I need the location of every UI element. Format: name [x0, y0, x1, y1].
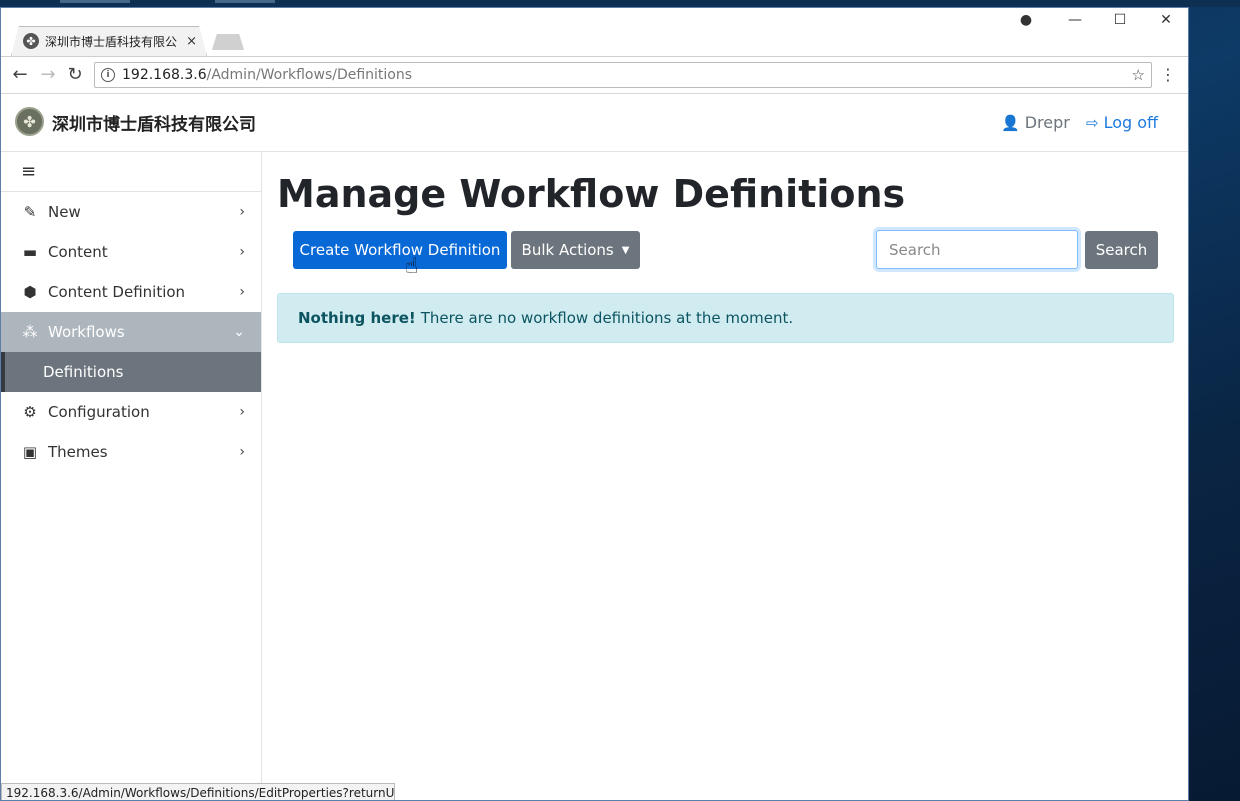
site-info-icon[interactable]: i	[101, 68, 115, 82]
bookmark-star-icon[interactable]: ☆	[1132, 66, 1145, 84]
back-button[interactable]: ←	[9, 64, 31, 85]
bulk-actions-label: Bulk Actions	[521, 241, 614, 259]
empty-state-alert: Nothing here! There are no workflow defi…	[277, 293, 1174, 343]
create-workflow-definition-button[interactable]: Create Workflow Definition	[293, 231, 507, 269]
sidebar-item-configuration[interactable]: ⚙ Configuration ›	[1, 392, 261, 432]
hamburger-icon: ≡	[21, 161, 37, 182]
page-title: Manage Workflow Definitions	[277, 172, 906, 216]
alert-message: There are no workflow definitions at the…	[420, 309, 794, 327]
archive-icon: ▬	[22, 243, 38, 261]
admin-sidebar: ≡ ✎ New › ▬ Content › ⬢ Content Definiti…	[1, 152, 262, 800]
cube-icon: ⬢	[23, 283, 37, 301]
chevron-down-icon: ⌄	[233, 324, 245, 340]
chevron-right-icon: ›	[239, 444, 245, 460]
tab-strip: ✤ 深圳市博士盾科技有限公 × ● — ☐ ✕	[1, 8, 1188, 56]
search-input[interactable]	[876, 230, 1078, 269]
sidebar-item-content[interactable]: ▬ Content ›	[1, 232, 261, 272]
user-name: Drepr	[1024, 113, 1070, 132]
link-status-bar: 192.168.3.6/Admin/Workflows/Definitions/…	[1, 783, 395, 800]
sidebar-item-content-definition[interactable]: ⬢ Content Definition ›	[1, 272, 261, 312]
sidebar-subitem-definitions[interactable]: Definitions	[1, 352, 261, 392]
chevron-right-icon: ›	[239, 244, 245, 260]
sidebar-item-label: Definitions	[43, 363, 124, 381]
chevron-right-icon: ›	[239, 204, 245, 220]
browser-toolbar: ← → ↻ i 192.168.3.6 /Admin/Workflows/Def…	[1, 56, 1188, 94]
sidebar-item-themes[interactable]: ▣ Themes ›	[1, 432, 261, 472]
new-tab-button[interactable]	[212, 34, 244, 50]
desktop-background	[0, 0, 1240, 7]
sign-out-icon: ⇨	[1086, 113, 1099, 132]
bulk-actions-button[interactable]: Bulk Actions ▼	[511, 231, 640, 269]
url-path: /Admin/Workflows/Definitions	[206, 67, 413, 83]
sidebar-item-label: Content Definition	[48, 283, 186, 301]
alert-heading: Nothing here!	[298, 309, 416, 327]
tab-title: 深圳市博士盾科技有限公	[45, 34, 178, 49]
site-favicon-icon: ✤	[23, 33, 39, 49]
gear-icon: ⚙	[23, 403, 37, 421]
sidebar-item-new[interactable]: ✎ New ›	[1, 192, 261, 232]
sitemap-icon: ⁂	[22, 323, 38, 341]
theme-icon: ▣	[22, 443, 38, 461]
browser-window: ✤ 深圳市博士盾科技有限公 × ● — ☐ ✕ ← → ↻ i 192.168.…	[0, 7, 1189, 801]
close-window-button[interactable]: ✕	[1151, 12, 1181, 28]
hand-pointer-icon: ☝	[405, 254, 419, 279]
log-off-link[interactable]: ⇨ Log off	[1086, 113, 1158, 132]
sidebar-item-label: Workflows	[48, 323, 125, 341]
sidebar-item-label: Content	[48, 243, 108, 261]
minimize-button[interactable]: —	[1060, 12, 1090, 28]
chevron-right-icon: ›	[239, 404, 245, 420]
account-icon[interactable]: ●	[1011, 12, 1041, 28]
url-host: 192.168.3.6	[122, 67, 207, 83]
edit-icon: ✎	[23, 203, 37, 221]
log-off-label: Log off	[1103, 113, 1159, 132]
app-header: ✤ 深圳市博士盾科技有限公司 👤 Drepr ⇨ Log off	[1, 94, 1188, 152]
user-menu[interactable]: 👤 Drepr	[1001, 113, 1070, 132]
brand-name[interactable]: 深圳市博士盾科技有限公司	[52, 110, 256, 135]
sidebar-item-label: Configuration	[48, 403, 150, 421]
caret-down-icon: ▼	[621, 244, 630, 256]
chevron-right-icon: ›	[239, 284, 245, 300]
user-icon: 👤	[1001, 113, 1020, 132]
reload-button[interactable]: ↻	[64, 64, 86, 85]
browser-menu-icon[interactable]: ⋮	[1160, 65, 1176, 84]
sidebar-item-workflows[interactable]: ⁂ Workflows ⌄	[1, 312, 261, 352]
tab-close-icon[interactable]: ×	[186, 34, 197, 49]
company-logo[interactable]: ✤	[15, 107, 44, 136]
search-button[interactable]: Search	[1085, 231, 1158, 269]
sidebar-item-label: Themes	[48, 443, 108, 461]
forward-button[interactable]: →	[37, 64, 59, 85]
maximize-button[interactable]: ☐	[1105, 12, 1135, 28]
browser-tab[interactable]: ✤ 深圳市博士盾科技有限公 ×	[11, 26, 207, 56]
sidebar-toggle-button[interactable]: ≡	[1, 152, 261, 192]
address-bar[interactable]: i 192.168.3.6 /Admin/Workflows/Definitio…	[94, 62, 1152, 88]
sidebar-item-label: New	[48, 203, 81, 221]
logo-icon: ✤	[23, 112, 36, 131]
